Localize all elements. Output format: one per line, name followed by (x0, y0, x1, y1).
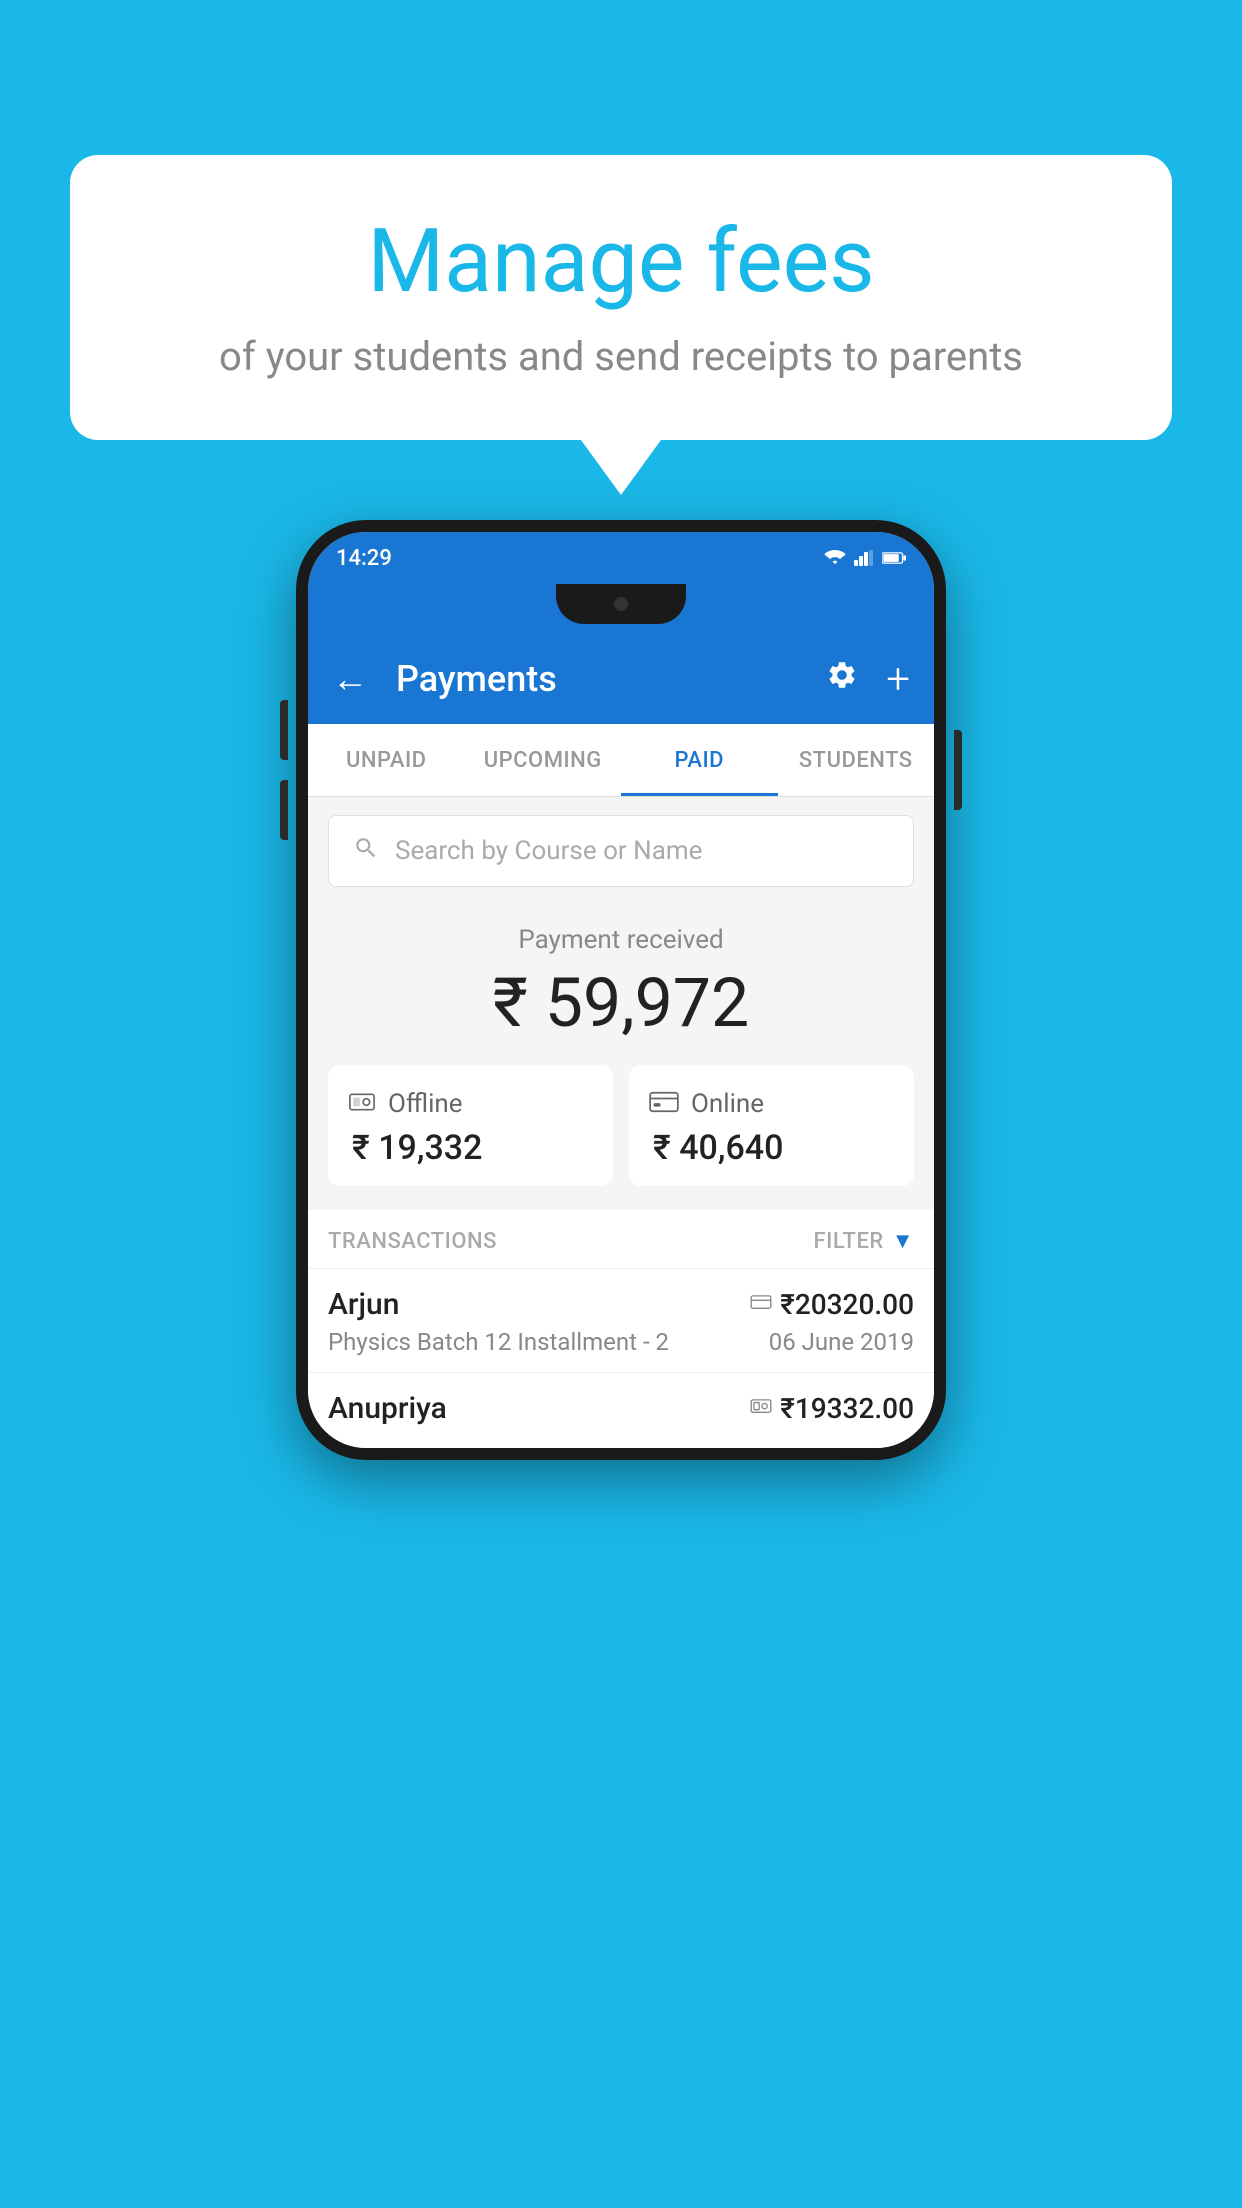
notch (556, 584, 686, 624)
search-section: Search by Course or Name (308, 797, 934, 905)
payment-received-label: Payment received (328, 925, 914, 955)
phone-screen: 14:29 (308, 532, 934, 1448)
speech-bubble-container: Manage fees of your students and send re… (70, 155, 1172, 495)
offline-label: Offline (388, 1089, 463, 1119)
transaction-row[interactable]: Anupriya ₹19332.00 (308, 1372, 934, 1448)
offline-card: Offline ₹ 19,332 (328, 1065, 613, 1186)
camera-dot (614, 597, 628, 611)
offline-icon (348, 1087, 376, 1120)
filter-button[interactable]: FILTER ▼ (813, 1228, 914, 1254)
speech-bubble: Manage fees of your students and send re… (70, 155, 1172, 440)
transaction-type-icon (750, 1292, 772, 1317)
transaction-amount-wrap: ₹19332.00 (750, 1392, 914, 1425)
search-placeholder: Search by Course or Name (395, 836, 702, 866)
search-icon (353, 835, 379, 868)
transaction-course: Physics Batch 12 Installment - 2 (328, 1328, 669, 1356)
power-button (954, 730, 962, 810)
signal-icon (854, 550, 874, 566)
app-bar-actions: + (826, 655, 910, 704)
transaction-amount: ₹20320.00 (780, 1288, 914, 1321)
transaction-name: Arjun (328, 1287, 399, 1322)
back-button[interactable]: ← (332, 658, 368, 700)
online-icon (649, 1087, 679, 1120)
online-card-header: Online (649, 1087, 764, 1120)
status-icons (824, 550, 906, 566)
card-payment-icon (750, 1295, 772, 1311)
bubble-title: Manage fees (130, 210, 1112, 313)
wifi-icon (824, 550, 846, 566)
status-time: 14:29 (336, 546, 392, 571)
add-button[interactable]: + (886, 655, 910, 704)
tab-students[interactable]: STUDENTS (778, 724, 935, 796)
tab-unpaid[interactable]: UNPAID (308, 724, 465, 796)
tabs-bar: UNPAID UPCOMING PAID STUDENTS (308, 724, 934, 797)
filter-label: FILTER (813, 1229, 883, 1254)
transaction-name: Anupriya (328, 1391, 447, 1426)
tab-paid[interactable]: PAID (621, 724, 778, 796)
volume-up-button (280, 700, 288, 760)
payment-total-amount: ₹ 59,972 (328, 963, 914, 1043)
search-box[interactable]: Search by Course or Name (328, 815, 914, 887)
phone-outer: 14:29 (296, 520, 946, 1460)
transaction-row-top: Arjun ₹20320.00 (328, 1287, 914, 1322)
gear-icon (826, 659, 858, 691)
settings-button[interactable] (826, 659, 858, 699)
offline-card-header: Offline (348, 1087, 463, 1120)
transaction-amount: ₹19332.00 (780, 1392, 914, 1425)
card-icon (649, 1091, 679, 1113)
battery-icon (882, 551, 906, 565)
transaction-row-top: Anupriya ₹19332.00 (328, 1391, 914, 1426)
status-bar: 14:29 (308, 532, 934, 584)
app-bar: ← Payments + (308, 634, 934, 724)
online-label: Online (691, 1089, 764, 1119)
notch-bar (308, 584, 934, 634)
transaction-date: 06 June 2019 (769, 1328, 914, 1356)
transaction-row-bottom: Physics Batch 12 Installment - 2 06 June… (328, 1328, 914, 1356)
bubble-subtitle: of your students and send receipts to pa… (130, 333, 1112, 380)
magnifier-icon (353, 835, 379, 861)
phone-container: 14:29 (296, 520, 946, 1460)
transaction-amount-wrap: ₹20320.00 (750, 1288, 914, 1321)
bubble-arrow (581, 440, 661, 495)
tab-upcoming[interactable]: UPCOMING (465, 724, 622, 796)
transactions-label: TRANSACTIONS (328, 1229, 497, 1254)
app-bar-title: Payments (396, 658, 806, 700)
online-card: Online ₹ 40,640 (629, 1065, 914, 1186)
cash-payment-icon (750, 1399, 772, 1415)
transaction-type-icon (750, 1396, 772, 1421)
online-amount: ₹ 40,640 (653, 1128, 783, 1168)
payment-cards: Offline ₹ 19,332 (328, 1065, 914, 1186)
transaction-row[interactable]: Arjun ₹20320.00 Physics Batch 12 Install… (308, 1268, 934, 1372)
volume-down-button (280, 780, 288, 840)
filter-icon: ▼ (892, 1228, 914, 1254)
cash-icon (348, 1091, 376, 1113)
payment-summary: Payment received ₹ 59,972 (308, 905, 934, 1210)
transactions-header: TRANSACTIONS FILTER ▼ (308, 1210, 934, 1268)
offline-amount: ₹ 19,332 (352, 1128, 482, 1168)
